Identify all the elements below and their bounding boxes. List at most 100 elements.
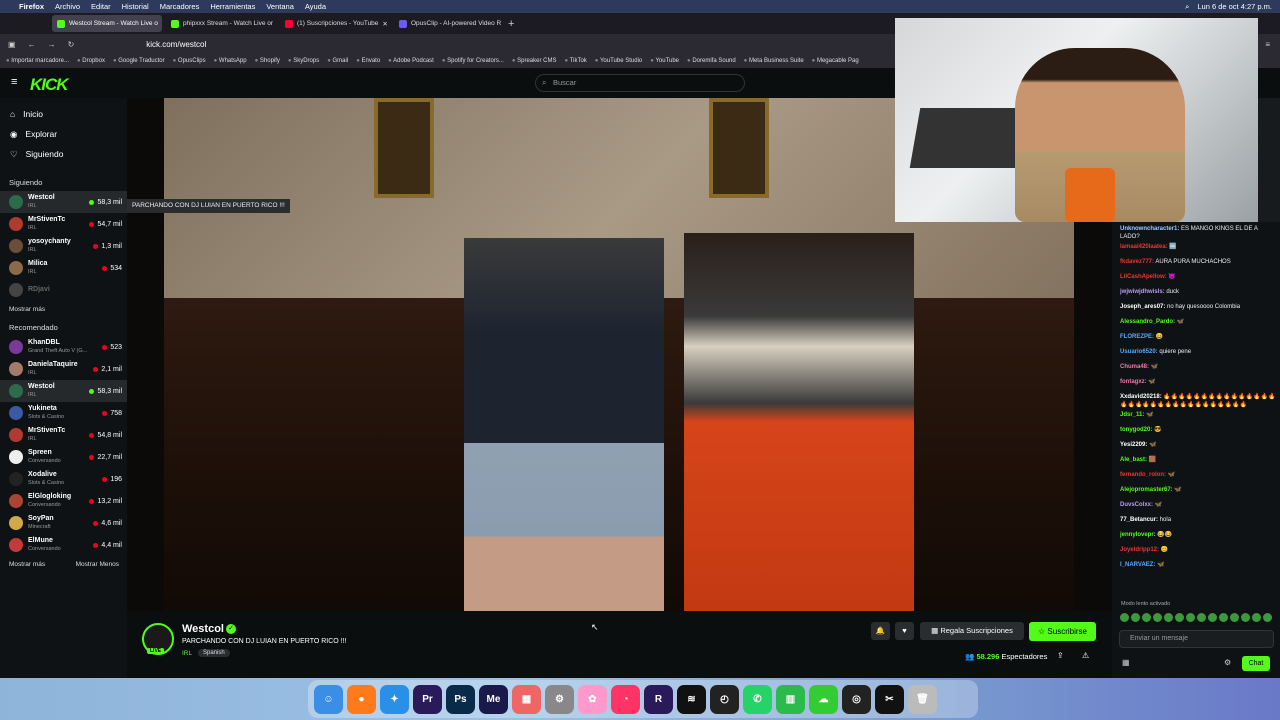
bookmark-item[interactable]: Gmail [327, 58, 349, 64]
channel-item[interactable]: DanielaTaquire IRL 2,1 mil [0, 358, 127, 380]
new-tab-icon[interactable]: + [508, 18, 514, 30]
bookmark-item[interactable]: OpusClips [173, 58, 206, 64]
channel-item[interactable]: ElMune Conversando 4,4 mil [0, 534, 127, 556]
emote-icon[interactable] [1263, 613, 1272, 622]
emote-icon[interactable] [1131, 613, 1140, 622]
subscribe-button[interactable]: ☆ Suscribirse [1029, 622, 1096, 641]
dock-whatsapp-icon[interactable]: ✆ [743, 684, 772, 714]
mac-menu-item[interactable]: Archivo [55, 2, 80, 11]
close-icon[interactable]: ✕ [382, 20, 387, 28]
bookmark-item[interactable]: SkyDrops [288, 58, 319, 64]
chat-settings-icon[interactable]: ⚙ [1224, 658, 1231, 667]
chat-username[interactable]: 77_Betancur: [1120, 517, 1158, 523]
kick-logo[interactable]: KICK [30, 75, 69, 95]
chat-gift-icon[interactable]: ▦ [1122, 658, 1130, 667]
notification-bell-icon[interactable]: 🔔 [871, 622, 890, 640]
show-more-following[interactable]: Mostrar más [0, 301, 127, 319]
emote-icon[interactable] [1142, 613, 1151, 622]
bookmark-item[interactable]: Doremifa Sound [687, 58, 735, 64]
chat-username[interactable]: lamaal420laatea: [1120, 244, 1168, 250]
chat-username[interactable]: Unknowncharacter1: [1120, 226, 1179, 232]
dock-numbers-icon[interactable]: ▥ [776, 684, 805, 714]
sidebar-item-explorar[interactable]: ◉ Explorar [0, 124, 127, 144]
show-less-recommended[interactable]: Mostrar Menos [67, 556, 119, 574]
chat-username[interactable]: jwjwiwjdhwisls: [1120, 289, 1165, 295]
follow-heart-icon[interactable]: ♥ [895, 622, 914, 640]
channel-item[interactable]: Westcol IRL 58,3 mil [0, 191, 127, 213]
chat-username[interactable]: Joyeldripp12: [1120, 547, 1159, 553]
mac-menu-item[interactable]: Editar [91, 2, 111, 11]
bookmark-item[interactable]: Importar marcadore... [6, 58, 69, 64]
bookmark-item[interactable]: YouTube [650, 58, 679, 64]
chat-username[interactable]: fontagxz: [1120, 379, 1147, 385]
channel-item[interactable]: Spreen Conversando 22,7 mil [0, 446, 127, 468]
sidebar-toggle-icon[interactable]: ▣ [8, 40, 16, 49]
back-icon[interactable]: ← [28, 40, 36, 49]
channel-item[interactable]: MrStivenTc IRL 54,8 mil [0, 424, 127, 446]
chat-username[interactable]: Jdsr_11: [1120, 412, 1144, 418]
emote-icon[interactable] [1252, 613, 1261, 622]
emote-icon[interactable] [1230, 613, 1239, 622]
bookmark-item[interactable]: WhatsApp [214, 58, 247, 64]
bookmark-item[interactable]: Google Traductor [113, 58, 164, 64]
chat-username[interactable]: Chuma48: [1120, 364, 1149, 370]
emote-icon[interactable] [1197, 613, 1206, 622]
chat-username[interactable]: fkdavez777: [1120, 259, 1154, 265]
chat-username[interactable]: Ale_bast: [1120, 457, 1147, 463]
mac-menu-item[interactable]: Firefox [19, 2, 44, 11]
chat-input[interactable]: Enviar un mensaje [1119, 630, 1274, 648]
browser-tab[interactable]: phipxxx Stream - Watch Live or✕ [166, 15, 276, 32]
mac-menu-item[interactable]: Marcadores [160, 2, 200, 11]
emote-icon[interactable] [1219, 613, 1228, 622]
url-bar[interactable]: kick.com/westcol [146, 40, 206, 49]
reload-icon[interactable]: ↻ [68, 40, 75, 49]
emote-icon[interactable] [1186, 613, 1195, 622]
chat-username[interactable]: tonygod20: [1120, 427, 1152, 433]
dock-safari-icon[interactable]: ✦ [380, 684, 409, 714]
stream-language-tag[interactable]: Spanish [198, 649, 230, 657]
show-more-recommended[interactable]: Mostrar más [0, 556, 45, 574]
dock-messenger-icon[interactable]: ◔ [611, 684, 640, 714]
report-icon[interactable]: ⚠ [1082, 651, 1089, 660]
channel-item[interactable]: Yukineta Slots & Casino 758 [0, 402, 127, 424]
bookmark-item[interactable]: Shopify [255, 58, 280, 64]
bookmark-item[interactable]: TikTok [564, 58, 587, 64]
dock-photos-icon[interactable]: ✿ [578, 684, 607, 714]
search-icon[interactable]: ⌕ [1185, 2, 1189, 12]
chat-username[interactable]: Usuario6520: [1120, 349, 1158, 355]
chat-username[interactable]: fernando_rolon: [1120, 472, 1166, 478]
dock-launchpad-icon[interactable]: ▦ [512, 684, 541, 714]
bookmark-item[interactable]: Adobe Podcast [388, 58, 434, 64]
chat-username[interactable]: DuvsColxx: [1120, 502, 1153, 508]
mac-menu-item[interactable]: Ayuda [305, 2, 326, 11]
bookmark-item[interactable]: Dropbox [77, 58, 105, 64]
dock-obs-icon[interactable]: ◎ [842, 684, 871, 714]
bookmark-item[interactable]: Spreaker CMS [512, 58, 556, 64]
dock-media-encoder-icon[interactable]: Me [479, 684, 508, 714]
channel-item[interactable]: SoyPan Minecraft 4,6 mil [0, 512, 127, 534]
chat-send-button[interactable]: Chat [1242, 656, 1270, 671]
gift-subs-button[interactable]: ▦ Regala Suscripciones [920, 622, 1024, 640]
emote-icon[interactable] [1120, 613, 1129, 622]
dock-finder-icon[interactable]: ☺ [314, 684, 343, 714]
dock-speed-icon[interactable]: ◴ [710, 684, 739, 714]
emote-icon[interactable] [1175, 613, 1184, 622]
search-input[interactable]: ⌕ Buscar [535, 74, 745, 92]
dock-spotify-icon[interactable]: ≋ [677, 684, 706, 714]
bookmark-item[interactable]: Megacable Pag [812, 58, 859, 64]
channel-item[interactable]: Westcol IRL 58,3 mil [0, 380, 127, 402]
dock-capcut-icon[interactable]: ✂ [875, 684, 904, 714]
emote-icon[interactable] [1164, 613, 1173, 622]
channel-item[interactable]: MrStivenTc IRL 54,7 mil [0, 213, 127, 235]
dock-settings-icon[interactable]: ⚙ [545, 684, 574, 714]
browser-tab[interactable]: OpusClip - AI-powered Video R✕ [394, 15, 504, 32]
stream-category[interactable]: IRL [182, 650, 192, 657]
browser-tab[interactable]: (1) Suscripciones - YouTube ✕ [280, 15, 390, 32]
emote-icon[interactable] [1208, 613, 1217, 622]
channel-item[interactable]: yosoychanty IRL 1,3 mil [0, 235, 127, 257]
emote-icon[interactable] [1153, 613, 1162, 622]
share-icon[interactable]: ⇪ [1057, 651, 1064, 660]
channel-name[interactable]: Westcol [182, 623, 224, 635]
bookmark-item[interactable]: Meta Business Suite [744, 58, 804, 64]
bookmark-item[interactable]: Spotify for Creators... [442, 58, 504, 64]
